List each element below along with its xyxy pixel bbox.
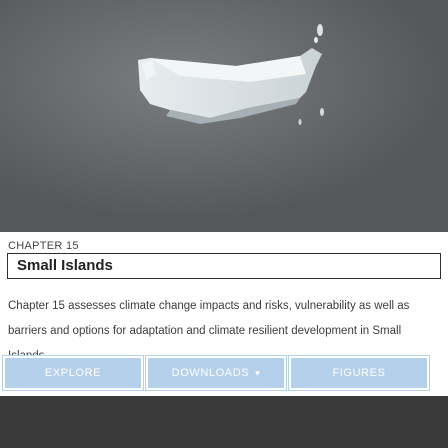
downloads-button-label: DOWNLOADS — [171, 367, 250, 379]
chevron-down-icon: ▾ — [255, 367, 261, 378]
chapter-title: Small Islands — [7, 253, 441, 279]
chapter-page: CHAPTER 15 Small Islands Chapter 15 asse… — [0, 0, 448, 448]
figures-button-label: FIGURES — [332, 367, 386, 379]
explore-button[interactable]: EXPLORE — [2, 355, 144, 391]
action-buttons: EXPLORE DOWNLOADS ▾ FIGURES — [2, 355, 430, 391]
chapter-number: CHAPTER 15 — [8, 240, 79, 252]
bottom-bar — [0, 396, 448, 448]
explore-button-label: EXPLORE — [44, 367, 102, 379]
melting-ice-image — [0, 0, 448, 232]
hero-image — [0, 0, 448, 232]
figures-button[interactable]: FIGURES — [288, 355, 430, 391]
downloads-button[interactable]: DOWNLOADS ▾ — [145, 355, 287, 391]
